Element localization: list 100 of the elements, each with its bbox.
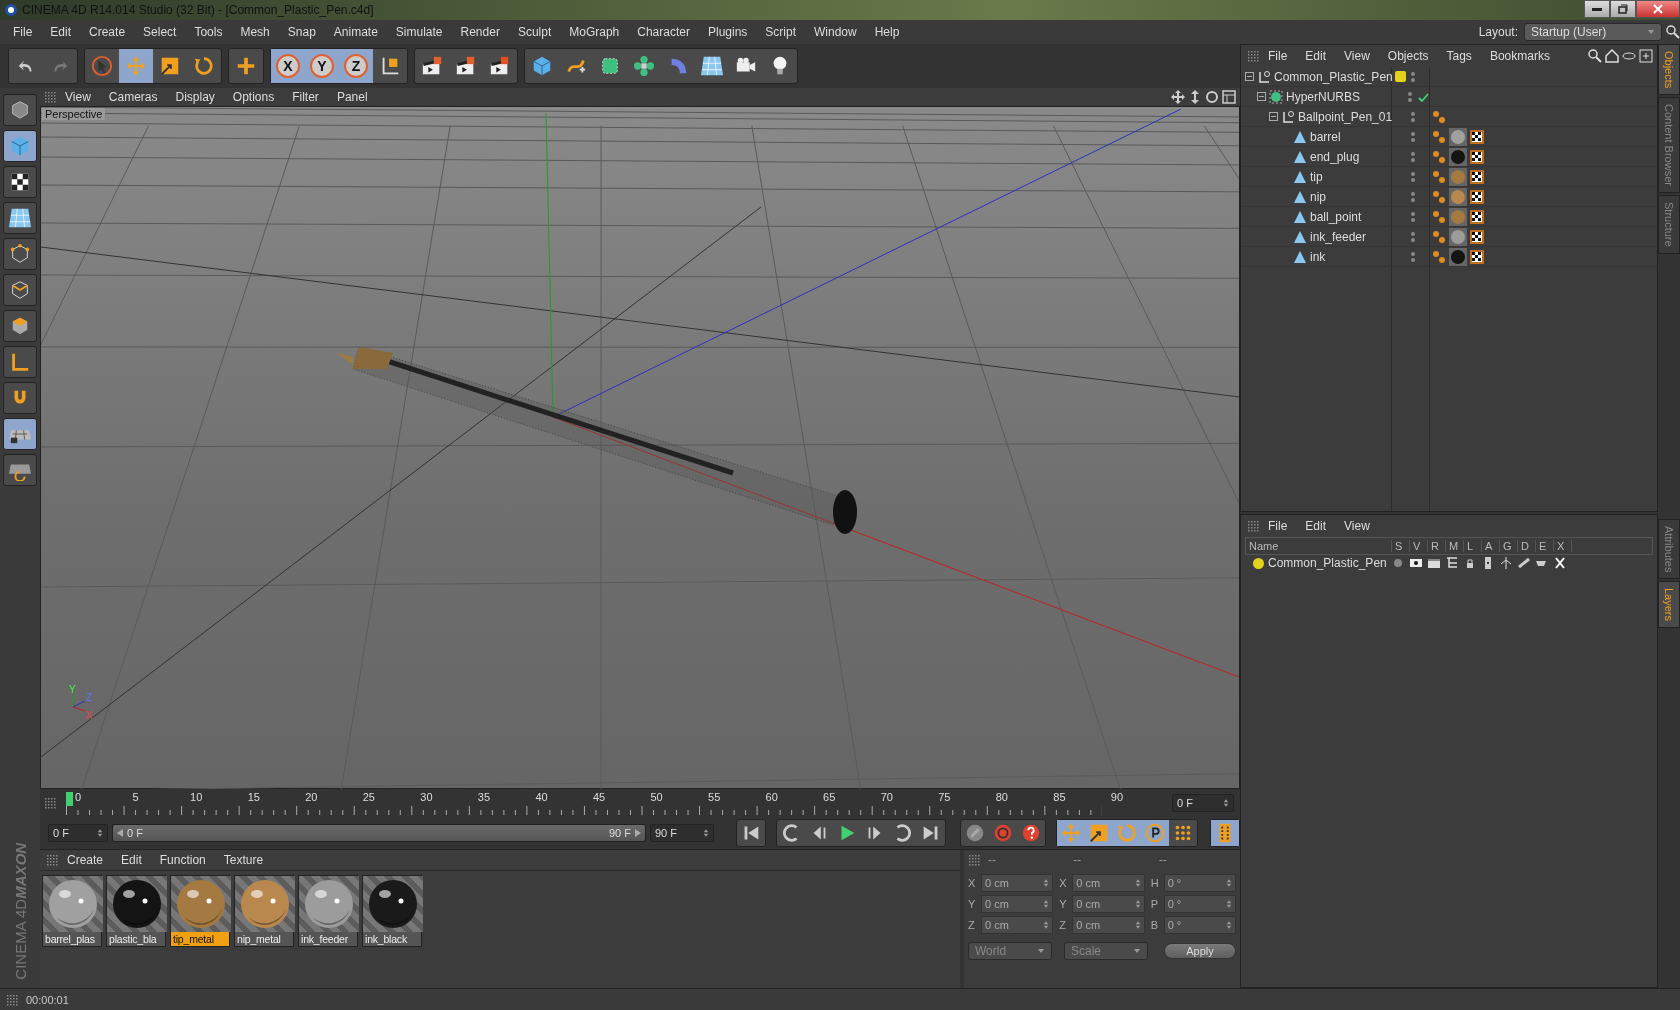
coordinate-field[interactable]: 0 cm [981, 916, 1054, 935]
menu-item[interactable]: Character [628, 25, 699, 39]
material-swatch[interactable]: tip_metal [170, 875, 230, 948]
start-frame-field[interactable]: 0 F [48, 824, 108, 843]
film-button[interactable] [1211, 820, 1239, 847]
grid-snap-mode-button[interactable] [3, 454, 37, 486]
spinner-arrows-icon[interactable] [1223, 798, 1229, 809]
menu-item[interactable]: Render [451, 25, 509, 39]
spinner-arrows-icon[interactable] [703, 828, 709, 839]
spinner-arrows-icon[interactable] [1043, 920, 1050, 931]
coordinate-field[interactable]: 0 ° [1163, 916, 1236, 935]
layer-name[interactable]: Common_Plastic_Pen [1268, 556, 1387, 570]
model-mode-button[interactable] [3, 130, 37, 162]
menu-item[interactable]: Help [865, 25, 909, 39]
object-name[interactable]: end_plug [1310, 149, 1360, 164]
menu-item[interactable]: Sculpt [508, 25, 561, 39]
material-swatch[interactable]: ink_black [362, 875, 422, 948]
menu-item[interactable]: Select [134, 25, 186, 39]
polygons-mode-button[interactable] [3, 310, 37, 342]
playhead-marker[interactable] [66, 792, 73, 807]
spinner-arrows-icon[interactable] [1226, 878, 1232, 889]
object-menu-item[interactable]: Tags [1437, 49, 1481, 63]
minimize-button[interactable] [1584, 0, 1610, 18]
coordinate-field[interactable]: 0 ° [1163, 874, 1236, 893]
frame-range-handle[interactable]: 0 F 90 F [113, 825, 645, 842]
coordinate-field[interactable]: 0 ° [1163, 895, 1236, 914]
object-menu-item[interactable]: Bookmarks [1480, 49, 1559, 63]
key-param-button[interactable] [1141, 820, 1169, 847]
view-cube-mode-button[interactable] [3, 94, 37, 126]
menu-item[interactable]: Tools [185, 25, 232, 39]
grid-lock-mode-button[interactable] [3, 418, 37, 450]
spinner-arrows-icon[interactable] [1043, 899, 1050, 910]
object-menu-item[interactable]: Objects [1378, 49, 1438, 63]
axis-lock-button[interactable]: Y [305, 49, 339, 83]
material-swatch[interactable]: barrel_plas [42, 875, 102, 948]
menu-item[interactable]: Mesh [231, 25, 279, 39]
layer-menu-item[interactable]: File [1259, 519, 1297, 533]
material-menu-item[interactable]: Texture [214, 853, 273, 868]
coordinate-field[interactable]: 0 cm [1072, 895, 1145, 914]
menu-item[interactable]: Animate [324, 25, 387, 39]
axis-lock-button[interactable]: Z [339, 49, 373, 83]
material-menu-item[interactable]: Function [150, 853, 215, 868]
side-tab[interactable]: Objects [1658, 44, 1680, 96]
object-name[interactable]: HyperNURBS [1286, 89, 1360, 104]
object-name[interactable]: barrel [1310, 129, 1341, 144]
coordinate-field[interactable]: 0 cm [981, 874, 1054, 893]
viewport-menu-item[interactable]: Filter [283, 90, 328, 104]
menu-item[interactable]: Plugins [698, 25, 757, 39]
layout-dropdown[interactable]: Startup (User) [1524, 23, 1662, 41]
material-swatch[interactable]: ink_feeder [298, 875, 358, 948]
coordinate-field[interactable]: 0 cm [1072, 874, 1145, 893]
object-name[interactable]: ink [1310, 249, 1326, 264]
close-button[interactable] [1636, 0, 1680, 18]
object-name[interactable]: nip [1310, 189, 1326, 204]
edges-mode-button[interactable] [3, 274, 37, 306]
collapse-toggle[interactable] [1257, 92, 1266, 101]
material-swatch[interactable]: nip_metal [234, 875, 294, 948]
material-tag-icon[interactable] [1449, 247, 1467, 266]
menu-item[interactable]: Edit [41, 25, 81, 39]
material-menu-item[interactable]: Edit [112, 853, 151, 868]
material-menu-item[interactable]: Create [58, 853, 113, 868]
viewport-menu-item[interactable]: Options [223, 90, 284, 104]
end-frame-field[interactable]: 90 F [650, 824, 714, 843]
layer-menu-item[interactable]: Edit [1296, 519, 1336, 533]
object-name[interactable]: Common_Plastic_Pen [1274, 69, 1393, 84]
material-tag-icon[interactable] [1449, 227, 1467, 246]
collapse-toggle[interactable] [1269, 112, 1278, 121]
coordinate-field[interactable]: 0 cm [1072, 916, 1145, 935]
material-tag-icon[interactable] [1449, 147, 1467, 166]
object-name[interactable]: ink_feeder [1310, 229, 1367, 244]
menu-item[interactable]: Script [756, 25, 805, 39]
spinner-arrows-icon[interactable] [1043, 878, 1050, 889]
viewport-menu-item[interactable]: Cameras [99, 90, 167, 104]
spinner-arrows-icon[interactable] [97, 828, 103, 839]
object-name[interactable]: ball_point [1310, 209, 1362, 224]
axis-corner-mode-button[interactable] [3, 346, 37, 378]
spinner-arrows-icon[interactable] [1226, 899, 1232, 910]
material-tag-icon[interactable] [1449, 187, 1467, 206]
object-name[interactable]: tip [1310, 169, 1323, 184]
menu-item[interactable]: Create [80, 25, 135, 39]
axis-lock-button[interactable]: X [271, 49, 305, 83]
restore-button[interactable] [1610, 0, 1636, 18]
coordinate-field[interactable]: 0 cm [981, 895, 1054, 914]
menu-item[interactable]: Snap [278, 25, 325, 39]
viewport-menu-item[interactable]: Display [166, 90, 224, 104]
menu-item[interactable]: Window [805, 25, 866, 39]
magnet-mode-button[interactable] [3, 382, 37, 414]
viewport-menu-item[interactable]: View [56, 90, 100, 104]
viewport-menu-item[interactable]: Panel [327, 90, 377, 104]
layer-menu-item[interactable]: View [1335, 519, 1379, 533]
menu-item[interactable]: File [4, 25, 42, 39]
key-pos-button[interactable] [1057, 820, 1085, 847]
object-menu-item[interactable]: View [1335, 49, 1379, 63]
menu-item[interactable]: Simulate [386, 25, 452, 39]
material-tag-icon[interactable] [1449, 167, 1467, 186]
apply-button[interactable]: Apply [1164, 943, 1236, 960]
3d-viewport[interactable]: Perspective Y Z X [40, 106, 1240, 790]
workplane-mode-button[interactable] [3, 202, 37, 234]
object-menu-item[interactable]: Edit [1296, 49, 1336, 63]
material-swatch[interactable]: plastic_bla [106, 875, 166, 948]
